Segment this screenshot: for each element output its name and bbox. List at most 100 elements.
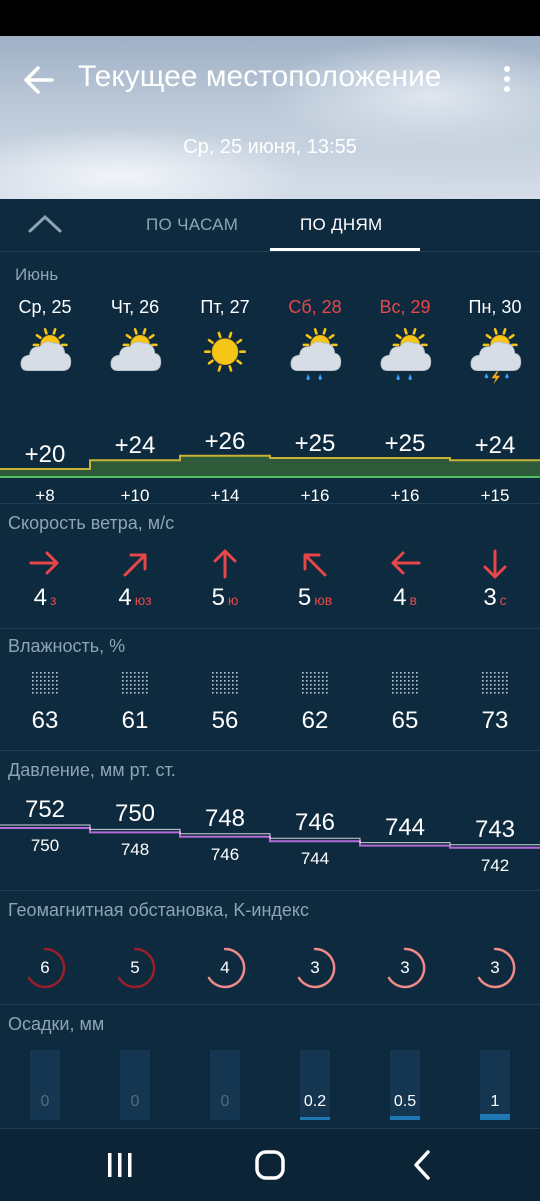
pressure-min: 746 [210,844,240,864]
wind-speed: 3с [450,584,540,612]
pressure-max: 748 [204,804,246,832]
humidity-dots-icon [212,672,238,694]
wind-direction: юз [134,592,152,608]
day-name: Пт, 27 [200,297,250,317]
back-chevron-icon [414,1150,430,1180]
wind-speed-value: 5 [297,584,312,611]
precipitation-section-label: Осадки, мм [8,1014,105,1034]
wind-speed: 5 юв [270,584,360,612]
sunny-icon [204,331,246,372]
partly-cloudy-rain-icon [380,328,432,380]
wind-speed-value: 4 [393,584,407,611]
active-tab-indicator [270,248,420,251]
humidity-section-label: Влажность, % [8,636,126,656]
status-bar [0,0,540,36]
humidity-dots-icon [122,672,148,694]
system-nav-bar [0,1128,540,1201]
pressure-section-label: Давление, мм рт. ст. [8,760,176,780]
home-button[interactable] [248,1147,292,1183]
wind-speed: 4в [360,584,450,612]
divider [0,890,540,891]
pressure-min: 742 [480,855,510,875]
precipitation-value: 0.2 [303,1093,327,1110]
precipitation-value: 0 [130,1093,140,1110]
humidity-dots-icon [392,672,418,694]
wind-speed-value: 4 [33,584,47,611]
temp-min: +16 [300,486,330,505]
k-index-value: 3 [400,958,410,977]
temp-max: +24 [114,432,156,460]
humidity-value: 61 [121,707,149,734]
divider [0,1004,540,1005]
arrow-down-icon [483,549,507,579]
precipitation-fill [480,1114,510,1120]
view-tabs: ПО ЧАСАМ ПО ДНЯМ [0,199,540,252]
day-name: Ср, 25 [18,297,72,317]
precipitation-value: 0 [40,1093,50,1110]
pressure-max: 744 [384,813,426,841]
wind-direction: юв [314,592,333,608]
day-name: Чт, 26 [110,297,160,317]
partly-cloudy-rain-icon [290,328,342,380]
wind-section-label: Скорость ветра, м/с [8,513,175,533]
k-index-value: 4 [220,958,230,977]
current-date: Ср, 25 июня, 13:55 [183,136,357,158]
arrow-up-icon [213,549,237,579]
humidity-dots-icon [482,672,508,694]
back-button[interactable] [22,64,62,96]
humidity-dots-icon [302,672,328,694]
pressure-max: 752 [24,796,66,823]
wind-speed-value: 4 [118,584,132,611]
tab-daily[interactable]: ПО ДНЯМ [300,215,383,235]
month-label: Июнь [15,265,59,284]
home-icon [255,1150,285,1180]
humidity-value: 63 [31,707,59,734]
more-menu-button[interactable] [496,64,518,96]
pressure-max: 746 [294,809,336,837]
arrow-up-right-icon [123,553,147,577]
pressure-min: 748 [120,840,150,860]
divider [0,628,540,629]
wind-speed-value: 5 [211,584,225,611]
wind-speed: 5ю [180,584,270,612]
collapse-button[interactable] [26,211,64,237]
precipitation-value: 0 [220,1093,230,1110]
day-name: Пн, 30 [468,297,522,317]
partly-cloudy-icon [110,328,162,371]
header: Текущее местоположение Ср, 25 июня, 13:5… [0,36,540,199]
pressure-max: 750 [114,800,156,828]
wind-direction: с [499,592,507,608]
pressure-max: 743 [474,815,516,843]
temp-max: +26 [204,427,246,455]
wind-direction: ю [227,592,239,608]
humidity-value: 62 [301,707,329,734]
humidity-value: 56 [211,707,239,734]
k-index-value: 3 [490,958,500,977]
humidity-dots-icon [32,672,58,694]
humidity-value: 73 [481,707,509,734]
temp-min: +14 [210,486,240,505]
tab-hourly[interactable]: ПО ЧАСАМ [146,215,238,235]
day-name: Вс, 29 [379,297,431,317]
chevron-up-icon [28,214,62,233]
recent-apps-icon [108,1153,132,1177]
temp-min: +15 [480,486,510,505]
partly-cloudy-thunderstorm-icon [470,328,522,385]
wind-speed: 4 юз [90,584,180,612]
back-arrow-icon [24,66,54,94]
back-nav-button[interactable] [400,1147,444,1183]
precipitation-value: 1 [490,1093,500,1110]
k-index-value: 6 [40,958,50,977]
temp-max: +20 [24,441,66,468]
pressure-min: 744 [300,849,330,869]
temp-min: +16 [390,486,420,505]
wind-direction: в [409,592,417,608]
humidity-value: 65 [391,707,419,734]
k-index-value: 3 [310,958,320,977]
precipitation-value: 0.5 [393,1093,417,1110]
recent-apps-button[interactable] [98,1147,142,1183]
precipitation-fill [300,1117,330,1120]
more-dots-icon [504,66,510,72]
geomagnetic-section-label: Геомагнитная обстановка, K-индекс [8,900,310,920]
wind-speed-value: 3 [483,584,497,611]
